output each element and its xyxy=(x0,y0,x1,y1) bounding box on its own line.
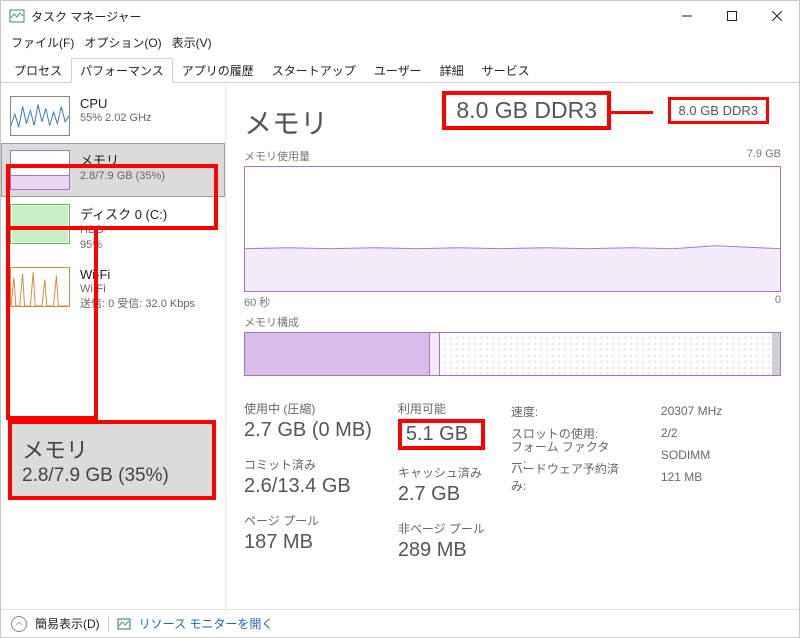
sidebar-item-sub2: 送信: 0 受信: 32.0 Kbps xyxy=(80,297,195,312)
meta-slots-v: 2/2 xyxy=(661,426,678,440)
perf-sidebar: CPU 55% 2.02 GHz メモリ 2.8/7.9 GB (35%) xyxy=(1,83,226,613)
sidebar-item-sub: HDD xyxy=(80,223,167,238)
meta-hwres-v: 121 MB xyxy=(661,470,702,484)
memory-usage-chart xyxy=(244,166,781,292)
usage-chart-ymax: 7.9 GB xyxy=(747,148,781,164)
tab-app-history[interactable]: アプリの履歴 xyxy=(173,58,263,82)
meta-form-v: SODIMM xyxy=(661,448,710,462)
tab-performance[interactable]: パフォーマンス xyxy=(71,58,173,83)
simple-view-link[interactable]: 簡易表示(D) xyxy=(35,615,100,632)
memory-composition-bar xyxy=(244,332,781,376)
memory-thumb xyxy=(10,150,70,190)
content-area: CPU 55% 2.02 GHz メモリ 2.8/7.9 GB (35%) xyxy=(1,83,799,613)
tab-details[interactable]: 詳細 xyxy=(431,58,473,82)
task-manager-window: タスク マネージャー ファイル(F) オプション(O) 表示(V) プロセス パ… xyxy=(0,0,800,638)
memory-meta: 速度:20307 MHz スロットの使用:2/2 フォーム ファクター:SODI… xyxy=(511,400,722,562)
detail-title: メモリ xyxy=(244,102,328,142)
tab-users[interactable]: ユーザー xyxy=(365,58,431,82)
mcomp-modified xyxy=(430,333,441,375)
mcomp-free xyxy=(772,333,780,375)
sidebar-item-label: CPU xyxy=(80,96,152,111)
annotation-callout-title: メモリ xyxy=(22,433,202,465)
stat-cached-value: 2.7 GB xyxy=(398,483,485,506)
disk-thumb xyxy=(10,204,70,244)
meta-hwres-k: ハードウェア予約済み: xyxy=(511,460,621,494)
stat-nonpaged-value: 289 MB xyxy=(398,539,485,562)
memory-composition-label: メモリ構成 xyxy=(244,314,781,330)
meta-speed-k: 速度: xyxy=(511,403,621,420)
close-button[interactable] xyxy=(754,1,799,31)
tab-strip: プロセス パフォーマンス アプリの履歴 スタートアップ ユーザー 詳細 サービス xyxy=(1,53,799,83)
collapse-icon[interactable] xyxy=(11,616,27,632)
usage-chart-xright: 0 xyxy=(775,294,781,310)
memory-stats: 使用中 (圧縮) 2.7 GB (0 MB) コミット済み 2.6/13.4 G… xyxy=(244,400,781,562)
title-bar: タスク マネージャー xyxy=(1,1,799,31)
tab-startup[interactable]: スタートアップ xyxy=(263,58,365,82)
stat-cached-label: キャッシュ済み xyxy=(398,464,485,481)
sidebar-item-label: ディスク 0 (C:) xyxy=(80,204,167,223)
sidebar-item-disk[interactable]: ディスク 0 (C:) HDD 95% xyxy=(1,197,225,260)
tab-services[interactable]: サービス xyxy=(473,58,539,82)
maximize-button[interactable] xyxy=(709,1,754,31)
meta-speed-v: 20307 MHz xyxy=(661,404,722,418)
sidebar-item-cpu[interactable]: CPU 55% 2.02 GHz xyxy=(1,89,225,143)
annotation-connector xyxy=(607,111,653,114)
stat-in-use-value: 2.7 GB (0 MB) xyxy=(244,419,372,442)
open-resource-monitor-link[interactable]: リソース モニターを開く xyxy=(139,615,274,632)
stat-paged-value: 187 MB xyxy=(244,531,372,554)
sidebar-item-sub2: 95% xyxy=(80,238,167,253)
tab-processes[interactable]: プロセス xyxy=(5,58,71,82)
memory-detail-pane: メモリ 8.0 GB DDR3 8.0 GB DDR3 メモリ使用量 7.9 G… xyxy=(226,83,799,613)
sidebar-item-label: Wi-Fi xyxy=(80,267,195,282)
mcomp-in-use xyxy=(245,333,430,375)
stat-avail-value: 5.1 GB xyxy=(398,419,485,450)
stat-commit-label: コミット済み xyxy=(244,456,372,473)
wifi-thumb xyxy=(10,267,70,307)
stat-commit-value: 2.6/13.4 GB xyxy=(244,475,372,498)
sidebar-item-sub: Wi-Fi xyxy=(80,282,195,297)
sidebar-item-memory[interactable]: メモリ 2.8/7.9 GB (35%) xyxy=(1,143,225,197)
app-icon xyxy=(9,8,25,24)
stat-in-use-label: 使用中 (圧縮) xyxy=(244,400,372,417)
usage-chart-xleft: 60 秒 xyxy=(244,294,270,310)
cpu-thumb xyxy=(10,96,70,136)
annotation-callout-sub: 2.8/7.9 GB (35%) xyxy=(22,465,202,487)
usage-chart-label: メモリ使用量 xyxy=(244,148,310,164)
footer-separator xyxy=(108,616,109,632)
annotation-spec-callout: 8.0 GB DDR3 xyxy=(668,97,769,124)
stat-nonpaged-label: 非ページ プール xyxy=(398,520,485,537)
menu-options[interactable]: オプション(O) xyxy=(80,32,165,53)
stat-paged-label: ページ プール xyxy=(244,512,372,529)
sidebar-item-label: メモリ xyxy=(80,150,165,169)
annotation-spec-box: 8.0 GB DDR3 xyxy=(442,91,611,130)
resmon-icon xyxy=(117,617,131,631)
footer-bar: 簡易表示(D) リソース モニターを開く xyxy=(1,609,799,637)
menu-view[interactable]: 表示(V) xyxy=(168,32,216,53)
menu-bar: ファイル(F) オプション(O) 表示(V) xyxy=(1,31,799,53)
sidebar-item-sub: 2.8/7.9 GB (35%) xyxy=(80,169,165,184)
minimize-button[interactable] xyxy=(664,1,709,31)
stat-avail-label: 利用可能 xyxy=(398,400,485,417)
mcomp-standby xyxy=(440,333,772,375)
sidebar-item-wifi[interactable]: Wi-Fi Wi-Fi 送信: 0 受信: 32.0 Kbps xyxy=(1,260,225,319)
annotation-memory-callout: メモリ 2.8/7.9 GB (35%) xyxy=(8,420,216,500)
window-title: タスク マネージャー xyxy=(31,8,142,25)
menu-file[interactable]: ファイル(F) xyxy=(7,32,78,53)
sidebar-item-sub: 55% 2.02 GHz xyxy=(80,111,152,126)
